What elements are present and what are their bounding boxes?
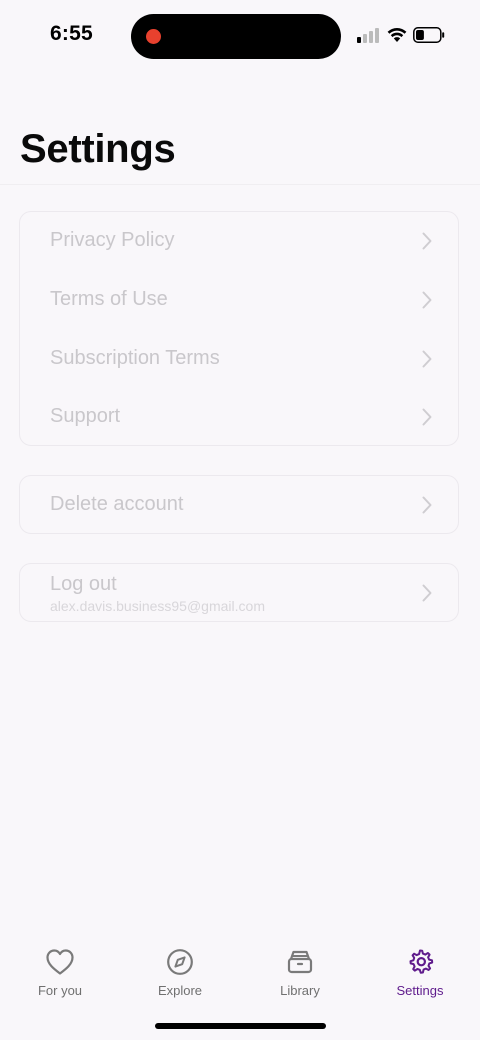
log-out-row[interactable]: Log out alex.davis.business95@gmail.com xyxy=(20,564,458,622)
tab-settings[interactable]: Settings xyxy=(360,944,480,1004)
settings-section-logout: Log out alex.davis.business95@gmail.com xyxy=(19,563,459,622)
chevron-right-icon xyxy=(422,350,432,368)
privacy-policy-row[interactable]: Privacy Policy xyxy=(20,212,458,270)
tab-label: Settings xyxy=(396,983,444,998)
dynamic-island xyxy=(131,14,341,59)
compass-icon xyxy=(167,949,193,975)
row-label: Privacy Policy xyxy=(50,229,175,251)
row-label: Delete account xyxy=(50,493,184,515)
row-label: Log out xyxy=(50,573,117,595)
support-row[interactable]: Support xyxy=(20,388,458,446)
chevron-right-icon xyxy=(422,408,432,426)
wifi-icon xyxy=(387,27,407,42)
cellular-signal-icon xyxy=(357,27,381,43)
chevron-right-icon xyxy=(422,584,432,602)
delete-account-row[interactable]: Delete account xyxy=(20,476,458,534)
account-email: alex.davis.business95@gmail.com xyxy=(50,598,265,614)
heart-icon xyxy=(46,949,74,975)
chevron-right-icon xyxy=(422,232,432,250)
battery-icon xyxy=(413,27,445,43)
subscription-terms-row[interactable]: Subscription Terms xyxy=(20,330,458,388)
chevron-right-icon xyxy=(422,291,432,309)
archive-box-icon xyxy=(287,950,313,974)
recording-indicator-icon xyxy=(146,29,161,44)
row-label: Support xyxy=(50,405,121,427)
chevron-right-icon xyxy=(422,496,432,514)
page-title: Settings xyxy=(20,127,176,171)
row-label: Subscription Terms xyxy=(50,347,220,369)
status-bar: 6:55 xyxy=(0,0,480,72)
tab-explore[interactable]: Explore xyxy=(120,944,240,1004)
gear-icon xyxy=(409,949,434,974)
tab-label: Library xyxy=(280,983,320,998)
header: Settings xyxy=(0,72,480,185)
terms-of-use-row[interactable]: Terms of Use xyxy=(20,271,458,329)
settings-section-account: Delete account xyxy=(19,475,459,534)
tab-library[interactable]: Library xyxy=(240,944,360,1004)
settings-section-legal: Privacy Policy Terms of Use Subscription… xyxy=(19,211,459,446)
status-time: 6:55 xyxy=(50,22,93,45)
tab-for-you[interactable]: For you xyxy=(0,944,120,1004)
home-indicator xyxy=(155,1023,326,1029)
row-label: Terms of Use xyxy=(50,288,168,310)
tab-label: For you xyxy=(37,983,83,998)
tab-label: Explore xyxy=(157,983,203,998)
